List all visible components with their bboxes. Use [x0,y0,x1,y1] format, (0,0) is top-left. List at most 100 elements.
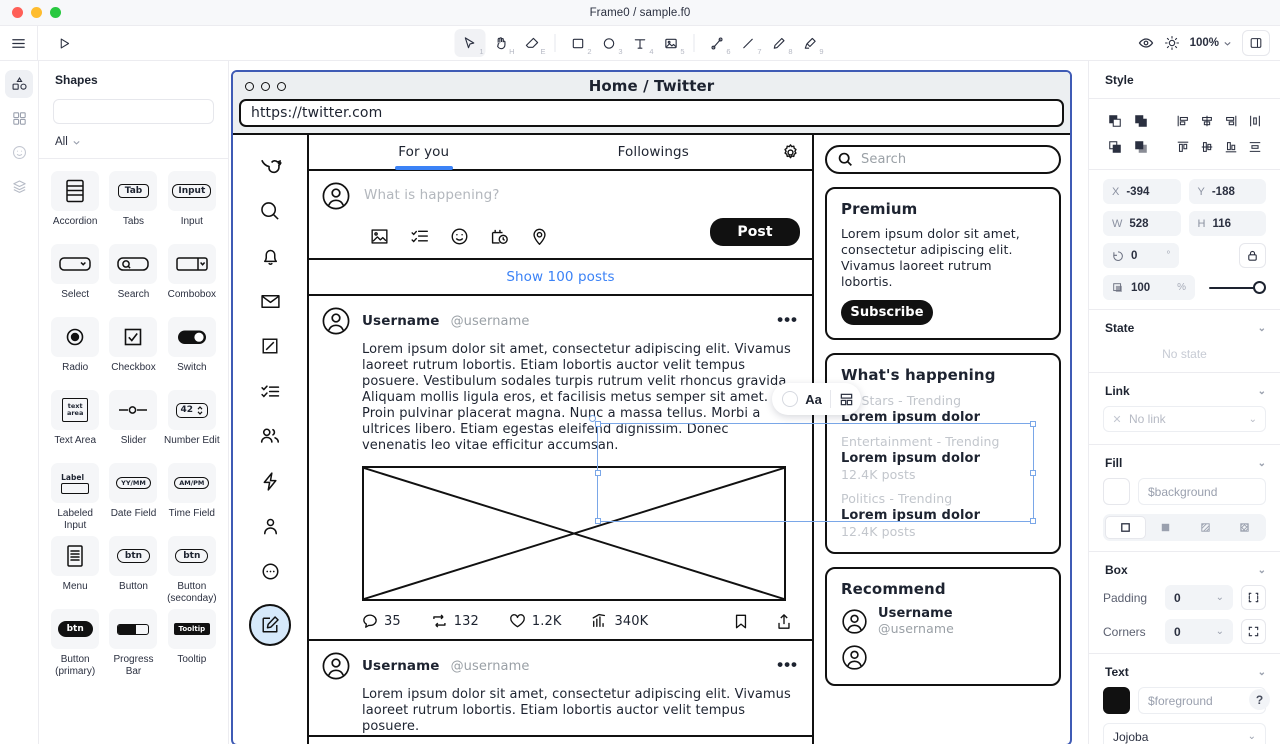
menu-button[interactable] [0,25,38,61]
shape-item-date-field[interactable]: YY/MM Date Field [105,463,161,532]
lists-icon[interactable] [253,374,287,408]
close-icon[interactable] [1112,414,1122,424]
x-field[interactable]: X -394 [1103,179,1181,204]
tweet-item[interactable]: Username @username ••• Lorem ipsum dolor… [309,641,812,737]
fill-hachure-option[interactable] [1186,516,1225,539]
bring-forward-icon[interactable] [1103,109,1127,133]
text-token-field[interactable]: $foreground [1138,687,1266,714]
rectangle-tool[interactable]: 2 [563,29,594,57]
sidebar-item-shapes[interactable] [5,70,33,98]
bring-to-front-icon[interactable] [1129,109,1153,133]
play-preview-button[interactable] [38,26,90,61]
location-icon[interactable] [530,227,549,246]
mail-icon[interactable] [253,284,287,318]
sidebar-item-icons[interactable] [5,138,33,166]
poll-icon[interactable] [410,227,429,246]
hand-tool[interactable]: H [486,29,517,57]
layout-button[interactable] [839,392,854,407]
color-swatch-button[interactable] [782,391,799,407]
communities-icon[interactable] [253,419,287,453]
emoji-icon[interactable] [450,227,469,246]
tweet-more-icon[interactable]: ••• [777,310,798,330]
mock-search-box[interactable]: Search [825,145,1061,174]
design-canvas[interactable]: Home / Twitter https://twitter.com For y… [229,61,1088,744]
preview-eye-icon[interactable] [1138,35,1154,51]
schedule-icon[interactable] [490,227,509,246]
align-bottom-icon[interactable] [1220,135,1242,159]
padding-sides-button[interactable] [1241,585,1266,610]
trend-item[interactable]: Entertainment - Trending Lorem ipsum dol… [841,434,1045,482]
text-tool[interactable]: 4 [625,29,656,57]
shape-item-slider[interactable]: Slider [105,390,161,459]
width-field[interactable]: W 528 [1103,211,1181,236]
bell-icon[interactable] [253,239,287,273]
text-color-swatch[interactable] [1103,687,1130,714]
tweet-repost-stat[interactable]: 132 [431,613,479,629]
font-family-select[interactable]: Jojoba ⌄ [1103,723,1266,744]
tweet-reply-stat[interactable]: 35 [362,613,401,629]
recommend-item[interactable]: Username @username [841,606,1045,636]
padding-dropdown[interactable]: 0 ⌄ [1165,585,1233,610]
shape-item-progress-bar[interactable]: Progress Bar [105,609,161,678]
fill-color-swatch[interactable] [1103,478,1130,505]
twitter-bird-icon[interactable] [253,149,287,183]
align-center-vertical-icon[interactable] [1196,135,1218,159]
bookmark-icon[interactable] [733,613,749,630]
post-button[interactable]: Post [710,218,800,246]
link-select[interactable]: No link ⌄ [1103,406,1266,432]
select-tool[interactable]: 1 [454,29,486,57]
shape-item-accordion[interactable]: Accordion [47,171,103,240]
shapes-search-input[interactable] [67,105,209,118]
box-section-header[interactable]: Box ⌄ [1089,552,1280,585]
show-posts-link[interactable]: Show 100 posts [309,260,812,296]
grok-icon[interactable] [253,329,287,363]
tweet-views-stat[interactable]: 340K [591,613,648,629]
fill-none-option[interactable] [1105,516,1147,539]
ellipse-tool[interactable]: 3 [594,29,625,57]
lock-aspect-button[interactable] [1239,243,1266,268]
send-backward-icon[interactable] [1103,135,1127,159]
distribute-horizontal-icon[interactable] [1244,109,1266,133]
share-icon[interactable] [776,613,792,630]
recommend-item[interactable] [841,644,1045,671]
shape-item-input[interactable]: Input Input [164,171,220,240]
opacity-slider[interactable] [1203,275,1266,300]
tab-followings[interactable]: Followings [539,144,769,160]
search-icon[interactable] [253,194,287,228]
image-icon[interactable] [370,227,389,246]
fill-token-field[interactable]: $background [1138,478,1266,505]
connector-tool[interactable]: 6 [702,29,733,57]
text-style-button[interactable]: Aa [805,392,822,407]
sidebar-item-library[interactable] [5,104,33,132]
fill-section-header[interactable]: Fill ⌄ [1089,445,1280,478]
compose-icon[interactable] [249,604,291,646]
tweet-like-stat[interactable]: 1.2K [509,613,562,629]
selection-origin-handle[interactable] [589,415,596,422]
pencil-tool[interactable]: 8 [764,29,795,57]
shape-item-radio[interactable]: Radio [47,317,103,386]
height-field[interactable]: H 116 [1188,211,1266,236]
shape-item-number-edit[interactable]: 42 Number Edit [164,390,220,459]
sidebar-item-layers[interactable] [5,172,33,200]
state-section-header[interactable]: State ⌄ [1089,310,1280,343]
shape-item-text-area[interactable]: text area Text Area [47,390,103,459]
corners-individual-button[interactable] [1241,619,1266,644]
shape-item-time-field[interactable]: AM/PM Time Field [164,463,220,532]
shape-item-button-primary[interactable]: btn Button (primary) [47,609,103,678]
align-right-icon[interactable] [1220,109,1242,133]
trend-item[interactable]: TV Stars - Trending Lorem ipsum dolor [841,393,1045,425]
subscribe-button[interactable]: Subscribe [841,300,933,325]
premium-icon[interactable] [253,464,287,498]
opacity-field[interactable]: 100 % [1103,275,1195,300]
highlighter-tool[interactable]: 9 [795,29,826,57]
toggle-right-panel-button[interactable] [1242,30,1270,56]
help-button[interactable]: ? [1249,689,1270,710]
shape-item-button[interactable]: btn Button [105,536,161,605]
fill-solid-option[interactable] [1146,516,1185,539]
tweet-item[interactable]: Username @username ••• Lorem ipsum dolor… [309,296,812,641]
mock-url-bar[interactable]: https://twitter.com [239,99,1064,127]
composer-placeholder[interactable]: What is happening? [364,181,500,203]
shape-item-tabs[interactable]: Tab Tabs [105,171,161,240]
line-tool[interactable]: 7 [733,29,764,57]
frame-mockup[interactable]: Home / Twitter https://twitter.com For y… [231,70,1072,744]
